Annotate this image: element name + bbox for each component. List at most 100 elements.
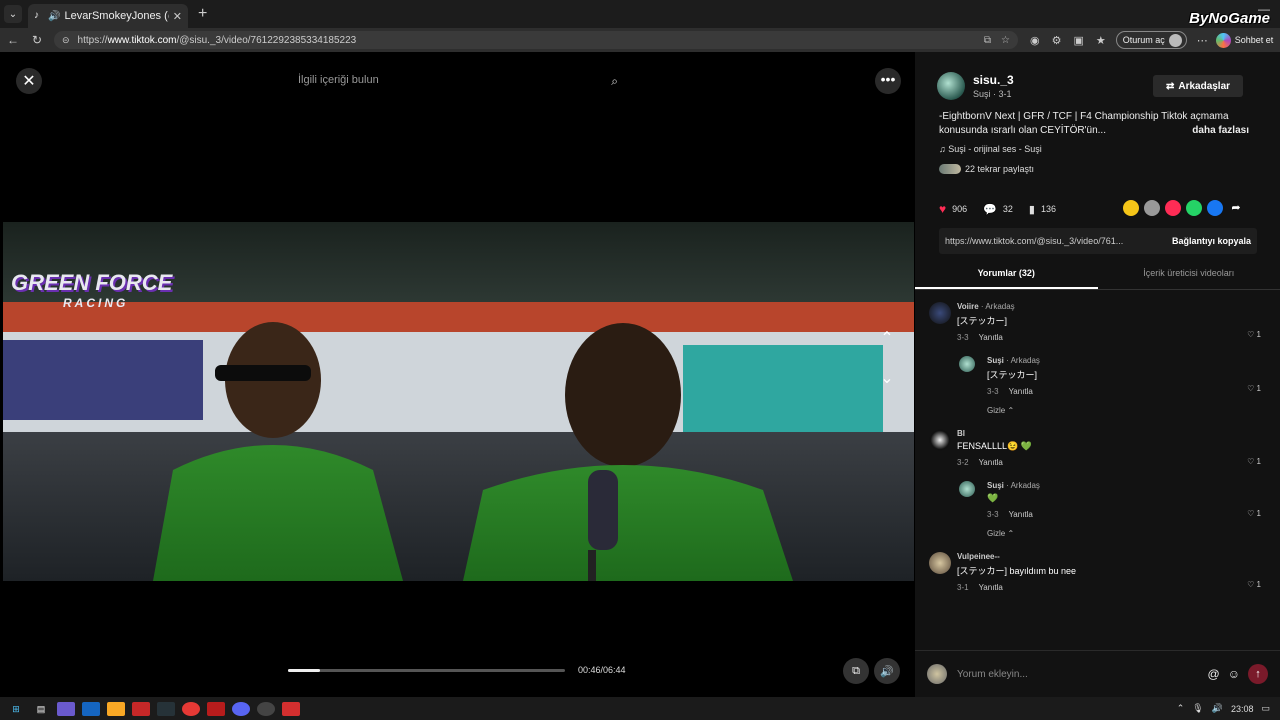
mention-icon[interactable]: @ <box>1208 667 1220 681</box>
file-explorer-icon[interactable] <box>107 701 125 716</box>
share-send-icon[interactable] <box>1165 200 1181 216</box>
app-icon-5[interactable] <box>282 701 300 716</box>
audio-playing-icon[interactable]: 🔊 <box>48 11 60 22</box>
video-frame[interactable]: GREEN FORCE RACING <box>3 170 914 581</box>
hide-replies-button[interactable]: Gizle ⌃ <box>987 406 1269 415</box>
details-sidebar: sisu._3 Suşi · 3-1 ⇄ Arkadaşlar -Eightbo… <box>915 52 1280 697</box>
copilot-chat-button[interactable]: Sohbet et <box>1215 32 1273 48</box>
app-icon-2[interactable] <box>132 701 150 716</box>
comment-date: 3-2 <box>957 458 969 467</box>
mic-icon[interactable]: 🎙 <box>1192 703 1203 714</box>
favorites-icon[interactable]: ★ <box>1096 34 1106 47</box>
commenter-avatar[interactable] <box>929 302 951 324</box>
more-options-button[interactable]: ••• <box>875 68 901 94</box>
refresh-button[interactable]: ↻ <box>26 33 48 47</box>
share-whatsapp-icon[interactable] <box>1186 200 1202 216</box>
app-icon-3[interactable] <box>207 701 225 716</box>
comment-like-button[interactable]: ♡ 1 <box>1247 384 1261 393</box>
reply-button[interactable]: Yanıtla <box>979 333 1003 342</box>
reply-button[interactable]: Yanıtla <box>979 583 1003 592</box>
task-view-icon[interactable]: ▤ <box>32 702 50 716</box>
app-icon-4[interactable] <box>257 701 275 716</box>
progress-bar[interactable] <box>288 669 565 672</box>
emoji-icon[interactable]: ☺ <box>1228 667 1240 681</box>
commenter-name[interactable]: Bl <box>957 429 965 438</box>
steam-icon[interactable] <box>157 701 175 716</box>
extensions-puzzle-icon[interactable]: ⚙ <box>1052 34 1062 47</box>
commenter-name[interactable]: Vulpeinee-- <box>957 552 1000 561</box>
comment-like-button[interactable]: ♡ 1 <box>1247 330 1261 339</box>
next-video-icon[interactable]: ⌄ <box>875 368 899 392</box>
previous-video-icon[interactable]: ⌃ <box>875 328 899 352</box>
comment-like-button[interactable]: ♡ 1 <box>1247 457 1261 466</box>
friends-button[interactable]: ⇄ Arkadaşlar <box>1153 75 1243 97</box>
tab-title: LevarSmokeyJones (@levarsmo <box>64 10 168 22</box>
commenter-name[interactable]: Suşi <box>987 481 1004 490</box>
share-embed-icon[interactable] <box>1144 200 1160 216</box>
author-username[interactable]: sisu._3 <box>973 73 1014 87</box>
favorite-star-icon[interactable]: ☆ <box>1001 35 1010 46</box>
comment-like-button[interactable]: ♡ 1 <box>1247 580 1261 589</box>
share-coin-icon[interactable] <box>1123 200 1139 216</box>
music-note-icon: ♫ <box>939 144 946 154</box>
tray-arrow-icon[interactable]: ⌃ <box>1177 703 1185 714</box>
hide-replies-button[interactable]: Gizle ⌃ <box>987 529 1269 538</box>
app-icon[interactable] <box>57 701 75 716</box>
friends-label: Arkadaşlar <box>1178 80 1231 92</box>
reply-button[interactable]: Yanıtla <box>979 458 1003 467</box>
chrome-icon[interactable] <box>182 701 200 716</box>
edge-icon[interactable] <box>82 701 100 716</box>
see-more-link[interactable]: daha fazlası <box>1192 124 1249 138</box>
comment-input[interactable]: Yorum ekleyin... <box>957 669 1028 680</box>
reposts-info[interactable]: 22 tekrar paylaştı <box>939 164 1034 174</box>
back-button[interactable]: ← <box>2 33 24 47</box>
commenter-name[interactable]: Voiire <box>957 302 979 311</box>
reply-button[interactable]: Yanıtla <box>1009 510 1033 519</box>
hide-label: Gizle <box>987 406 1006 415</box>
open-in-app-icon[interactable]: ⧉ <box>984 35 991 46</box>
discord-icon[interactable] <box>232 701 250 716</box>
save-button[interactable]: ▮ 136 <box>1029 203 1056 216</box>
extension-icon[interactable]: ◉ <box>1030 34 1040 47</box>
volume-icon[interactable]: 🔊 <box>874 658 900 684</box>
comment-item: Voiire · Arkadaş [ステッカー] 3-3 Yanıtla ♡ 1 <box>929 302 1269 342</box>
browser-tab[interactable]: ♪ 🔊 LevarSmokeyJones (@levarsmo ✕ <box>28 4 188 28</box>
signin-button[interactable]: Oturum aç <box>1115 31 1187 49</box>
site-info-icon[interactable]: ⊝ <box>62 35 70 46</box>
comment-like-count: 1 <box>1256 509 1261 518</box>
new-tab-button[interactable]: + <box>198 5 207 23</box>
commenter-name[interactable]: Suşi <box>987 356 1004 365</box>
clock[interactable]: 23:08 <box>1231 704 1254 714</box>
search-icon[interactable]: ⌕ <box>611 74 618 89</box>
notification-icon[interactable]: ▭ <box>1261 703 1270 714</box>
comment-button[interactable]: 💬 32 <box>983 203 1013 216</box>
share-more-icon[interactable]: ➦ <box>1228 200 1244 216</box>
floating-player-button[interactable]: ⧉ <box>843 658 869 684</box>
commenter-avatar[interactable] <box>959 481 975 497</box>
author-info[interactable]: sisu._3 Suşi · 3-1 <box>937 72 1014 100</box>
author-avatar[interactable] <box>937 72 965 100</box>
send-comment-button[interactable]: ↑ <box>1248 664 1268 684</box>
split-screen-icon[interactable]: ▣ <box>1073 34 1083 47</box>
url-field[interactable]: ⊝ https://www.tiktok.com/@sisu._3/video/… <box>54 31 1018 49</box>
music-link[interactable]: ♫ Suşi - orijinal ses - Suşi <box>939 144 1042 154</box>
settings-more-icon[interactable]: ⋯ <box>1197 34 1208 47</box>
tab-creator-videos[interactable]: İçerik üreticisi videoları <box>1098 262 1280 289</box>
search-bar[interactable]: İlgili içeriği bulun ⌕ <box>298 74 628 94</box>
comment-like-button[interactable]: ♡ 1 <box>1247 509 1261 518</box>
tab-list-button[interactable]: ⌄ <box>4 5 22 23</box>
copy-link-button[interactable]: Bağlantıyı kopyala <box>1172 236 1251 246</box>
volume-tray-icon[interactable]: 🔊 <box>1212 703 1223 714</box>
reply-button[interactable]: Yanıtla <box>1009 387 1033 396</box>
commenter-avatar[interactable] <box>929 429 951 451</box>
close-player-button[interactable]: ✕ <box>16 68 42 94</box>
close-tab-icon[interactable]: ✕ <box>173 10 182 23</box>
like-button[interactable]: ♥ 906 <box>939 202 967 216</box>
start-icon[interactable]: ⊞ <box>7 702 25 716</box>
share-facebook-icon[interactable] <box>1207 200 1223 216</box>
commenter-avatar[interactable] <box>959 356 975 372</box>
comment-like-count: 1 <box>1256 330 1261 339</box>
video-time: 00:46/06:44 <box>578 665 626 675</box>
commenter-avatar[interactable] <box>929 552 951 574</box>
tab-comments[interactable]: Yorumlar (32) <box>915 262 1098 289</box>
